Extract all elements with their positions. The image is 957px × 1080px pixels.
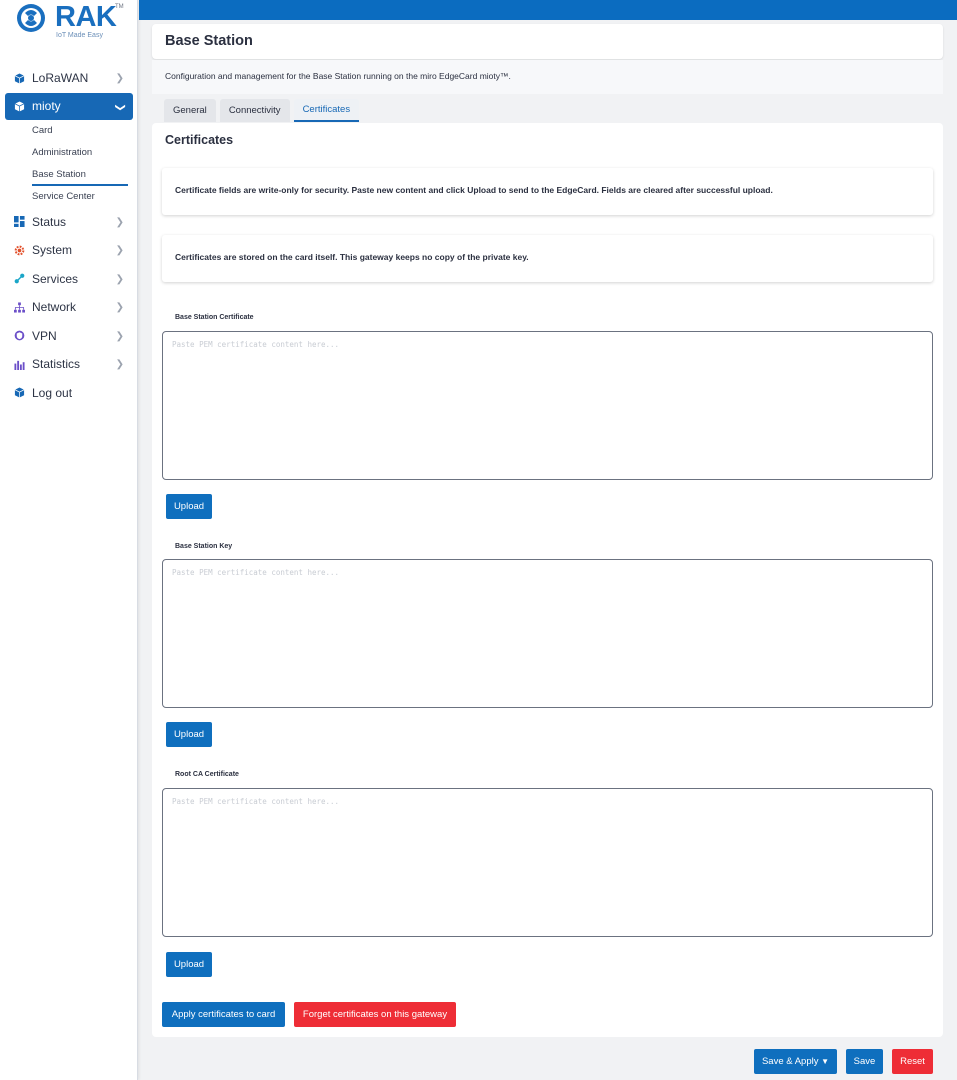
sidebar-item-label: VPN — [32, 328, 57, 343]
base-station-key-input[interactable] — [162, 559, 933, 708]
sidebar-item-statistics[interactable]: Statistics ❯ — [0, 350, 138, 379]
network-icon — [14, 302, 25, 313]
upload-certificate-button[interactable]: Upload — [166, 494, 212, 519]
brand-tm: TM — [115, 4, 124, 10]
top-bar — [139, 0, 957, 20]
info-notice-storage: Certificates are stored on the card itse… — [162, 235, 933, 282]
brand-name: RAK — [55, 1, 117, 33]
upload-ca-button[interactable]: Upload — [166, 952, 212, 977]
rak-logo-icon — [17, 4, 45, 32]
chevron-right-icon: ❯ — [115, 73, 124, 84]
sidebar-item-services[interactable]: Services ❯ — [0, 265, 138, 294]
sidebar-item-network[interactable]: Network ❯ — [0, 293, 138, 322]
cert-field-label: Base Station Certificate — [175, 314, 254, 321]
cube-icon — [14, 387, 25, 398]
upload-key-button[interactable]: Upload — [166, 722, 212, 747]
cube-icon — [14, 73, 25, 84]
reset-button[interactable]: Reset — [892, 1049, 933, 1074]
tab-general[interactable]: General — [164, 99, 216, 122]
section-title: Certificates — [165, 133, 234, 147]
sidebar-item-mioty[interactable]: mioty ❯ — [5, 92, 133, 120]
bar-chart-icon — [14, 359, 25, 370]
services-icon — [14, 273, 25, 284]
sidebar-subitem-administration[interactable]: Administration — [0, 142, 138, 164]
sidebar-item-label: Services — [32, 271, 79, 286]
sidebar-subitem-service-center[interactable]: Service Center — [0, 186, 138, 208]
sidebar-subitem-card[interactable]: Card — [0, 120, 138, 142]
save-apply-button[interactable]: Save & Apply ▼ — [754, 1049, 837, 1074]
sidebar-item-label: LoRaWAN — [32, 71, 89, 86]
key-field-label: Base Station Key — [175, 543, 233, 550]
sidebar-item-lorawan[interactable]: LoRaWAN ❯ — [0, 64, 138, 93]
tab-bar: General Connectivity Certificates — [164, 99, 360, 122]
sidebar-item-label: Statistics — [32, 357, 81, 372]
forget-certificates-button[interactable]: Forget certificates on this gateway — [294, 1002, 456, 1027]
dashboard-icon — [14, 216, 25, 228]
brand-tagline: IoT Made Easy — [56, 32, 103, 39]
sidebar: RAK TM IoT Made Easy LoRaWAN ❯ mioty ❯ C… — [0, 0, 138, 1080]
chevron-down-icon: ❯ — [114, 102, 126, 112]
sidebar-item-status[interactable]: Status ❯ — [0, 208, 138, 237]
save-apply-label: Save & Apply — [761, 1056, 819, 1067]
page-title: Base Station — [165, 33, 253, 49]
chevron-right-icon: ❯ — [115, 216, 124, 228]
sidebar-item-label: Log out — [32, 385, 73, 400]
caret-down-icon: ▼ — [821, 1057, 830, 1066]
base-station-certificate-input[interactable] — [162, 331, 933, 480]
sidebar-item-logout[interactable]: Log out — [0, 379, 138, 408]
sidebar-subitem-base-station[interactable]: Base Station — [0, 164, 138, 186]
root-ca-certificate-input[interactable] — [162, 788, 933, 937]
sidebar-item-label: System — [32, 243, 73, 258]
ca-field-label: Root CA Certificate — [175, 771, 239, 778]
sidebar-item-vpn[interactable]: VPN ❯ — [0, 322, 138, 351]
cube-icon — [14, 100, 25, 112]
chevron-right-icon: ❯ — [115, 359, 124, 370]
save-button[interactable]: Save — [846, 1049, 883, 1074]
gear-icon — [14, 245, 25, 256]
page-description: Configuration and management for the Bas… — [152, 60, 943, 94]
tab-connectivity[interactable]: Connectivity — [219, 99, 290, 122]
certificates-panel: Certificates Certificate fields are writ… — [152, 123, 943, 1037]
chevron-right-icon: ❯ — [115, 245, 124, 256]
page-header: Base Station — [152, 24, 943, 59]
chevron-right-icon: ❯ — [115, 302, 124, 313]
apply-certificates-button[interactable]: Apply certificates to card — [162, 1002, 285, 1027]
sidebar-item-system[interactable]: System ❯ — [0, 236, 138, 265]
info-notice-write-only: Certificate fields are write-only for se… — [162, 168, 933, 215]
chevron-right-icon: ❯ — [115, 273, 124, 285]
sidebar-item-label: Status — [32, 214, 67, 229]
globe-shield-icon — [14, 330, 25, 341]
sidebar-item-label: Network — [32, 300, 77, 315]
chevron-right-icon: ❯ — [115, 330, 124, 342]
rak-logo[interactable]: RAK TM IoT Made Easy — [16, 1, 131, 43]
sidebar-item-label: mioty — [32, 99, 61, 113]
tab-certificates[interactable]: Certificates — [293, 99, 360, 122]
sidebar-nav: LoRaWAN ❯ mioty ❯ Card Administration Ba… — [0, 64, 138, 407]
